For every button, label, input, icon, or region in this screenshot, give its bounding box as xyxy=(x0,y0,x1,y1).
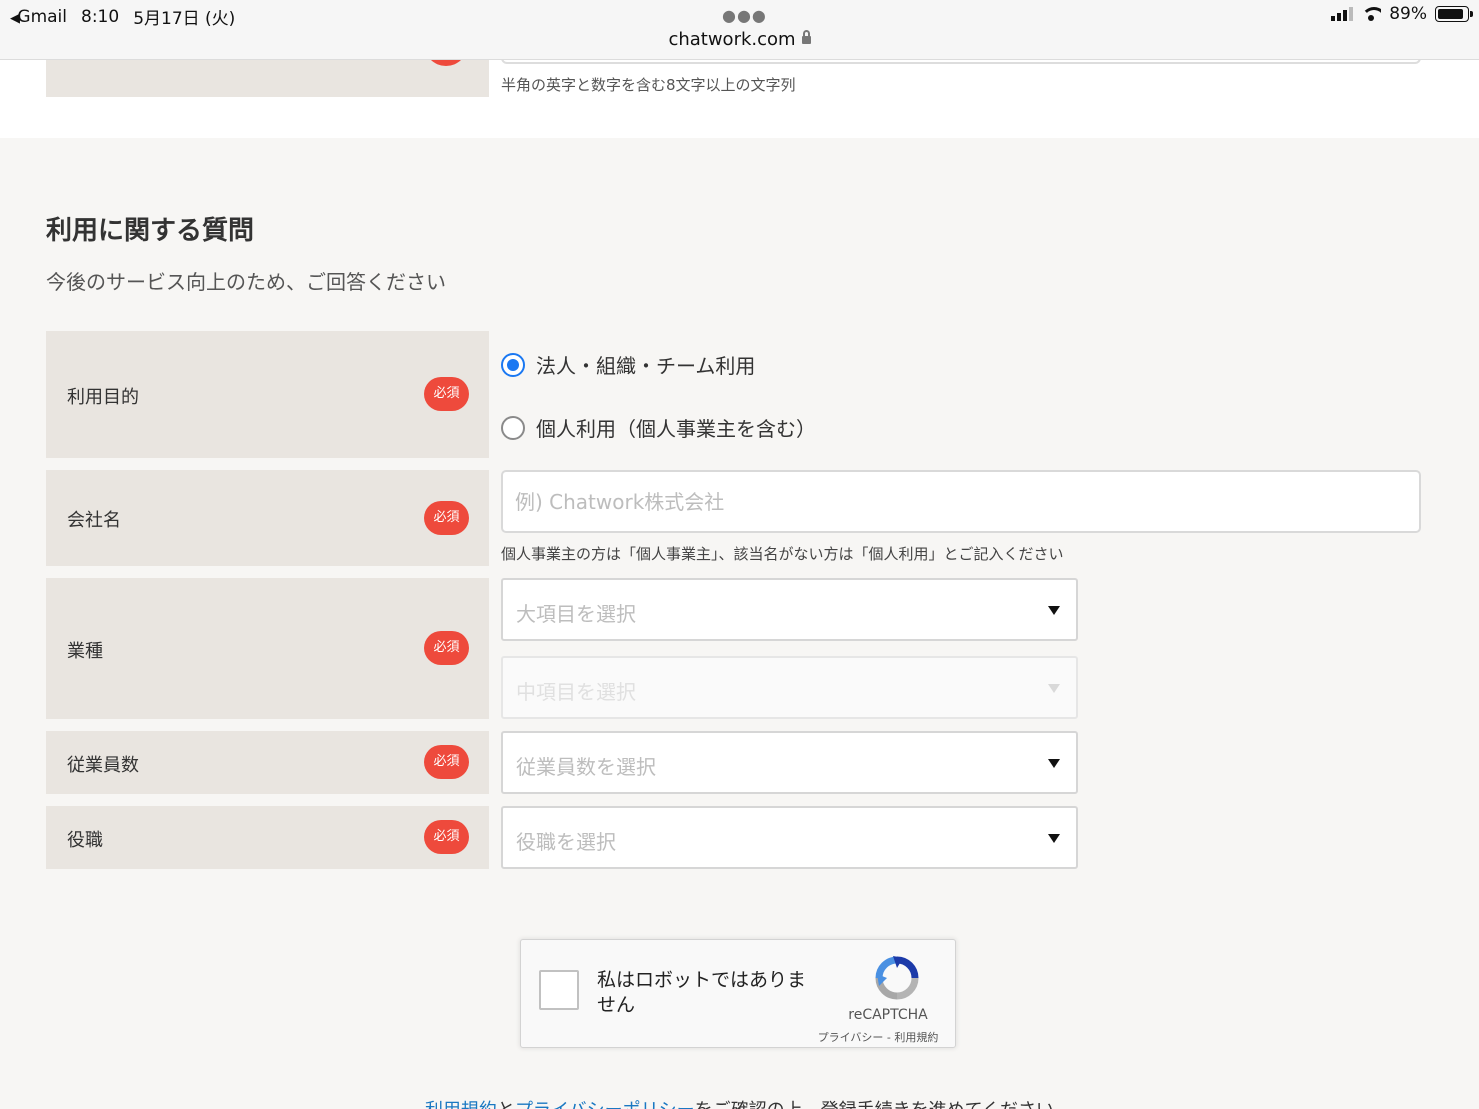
status-bar-left: ◀ Gmail 8:10 5月17日 (火) xyxy=(10,4,236,30)
recaptcha-terms-link[interactable]: 利用規約 xyxy=(894,1031,938,1044)
recaptcha-links: プライバシー - 利用規約 xyxy=(801,1029,955,1045)
lock-icon xyxy=(801,30,811,44)
terms-link[interactable]: 利用規約 xyxy=(425,1100,497,1109)
purpose-option-corporate[interactable]: 法人・組織・チーム利用 xyxy=(501,350,755,379)
purpose-label: 利用目的 xyxy=(67,387,139,408)
required-badge: 必須 xyxy=(424,745,469,779)
back-app-label: Gmail xyxy=(17,6,68,27)
purpose-label-cell: 利用目的 必須 xyxy=(46,331,489,458)
position-placeholder: 役職を選択 xyxy=(516,830,616,854)
section-subtitle: 今後のサービス向上のため、ご回答ください xyxy=(46,270,446,294)
radio-button[interactable] xyxy=(501,352,525,377)
status-bar: ◀ Gmail 8:10 5月17日 (火) ●●● chatwork.com … xyxy=(0,0,1479,60)
recaptcha-logo-icon xyxy=(875,956,919,1000)
company-name-hint: 個人事業主の方は「個人事業主」、該当名がない方は「個人利用」とご記入ください xyxy=(501,545,1064,563)
position-label-cell: 役職 必須 xyxy=(46,806,489,869)
caret-down-icon xyxy=(1048,684,1060,693)
recaptcha-privacy-link[interactable]: プライバシー xyxy=(818,1031,884,1044)
industry-minor-select: 中項目を選択 xyxy=(501,656,1078,719)
address-bar[interactable]: chatwork.com xyxy=(0,29,1479,50)
caret-down-icon xyxy=(1048,606,1060,615)
required-badge: 必須 xyxy=(424,820,469,854)
caret-down-icon xyxy=(1048,759,1060,768)
position-label: 役職 xyxy=(67,830,103,851)
section-title: 利用に関する質問 xyxy=(46,216,255,246)
required-badge: 必須 xyxy=(424,501,469,535)
recaptcha-widget: 私はロボットではありません reCAPTCHA プライバシー - 利用規約 xyxy=(520,939,956,1048)
industry-label-cell: 業種 必須 xyxy=(46,578,489,719)
employees-placeholder: 従業員数を選択 xyxy=(516,755,656,779)
recaptcha-link-separator: - xyxy=(883,1031,895,1044)
caret-down-icon xyxy=(1048,834,1060,843)
wifi-icon xyxy=(1361,7,1382,21)
recaptcha-brand: reCAPTCHA xyxy=(848,1007,928,1023)
recaptcha-label: 私はロボットではありません xyxy=(597,969,807,1016)
cellular-signal-icon xyxy=(1331,7,1354,21)
purpose-option-personal-label: 個人利用（個人事業主を含む） xyxy=(536,417,816,441)
position-select[interactable]: 役職を選択 xyxy=(501,806,1078,869)
back-to-app-link[interactable]: ◀ Gmail xyxy=(10,7,67,27)
battery-icon xyxy=(1435,6,1473,22)
industry-major-placeholder: 大項目を選択 xyxy=(516,602,636,626)
status-bar-right: 89% xyxy=(1331,4,1473,24)
url-text: chatwork.com xyxy=(668,29,796,50)
battery-percent: 89% xyxy=(1389,4,1427,24)
terms-notice-and: と xyxy=(497,1100,515,1109)
industry-label: 業種 xyxy=(67,641,103,662)
password-hint: 半角の英字と数字を含む8文字以上の文字列 xyxy=(501,76,796,94)
recaptcha-checkbox[interactable] xyxy=(539,970,579,1010)
company-label: 会社名 xyxy=(67,510,121,531)
purpose-option-corporate-label: 法人・組織・チーム利用 xyxy=(536,354,756,378)
employees-select[interactable]: 従業員数を選択 xyxy=(501,731,1078,794)
status-time: 8:10 xyxy=(81,6,120,27)
privacy-policy-link[interactable]: プライバシーポリシー xyxy=(515,1100,695,1109)
employees-label-cell: 従業員数 必須 xyxy=(46,731,489,794)
more-dots-icon[interactable]: ●●● xyxy=(722,6,767,25)
industry-major-select[interactable]: 大項目を選択 xyxy=(501,578,1078,641)
terms-notice: 利用規約とプライバシーポリシーをご確認の上、登録手続きを進めてください xyxy=(0,1096,1479,1109)
company-label-cell: 会社名 必須 xyxy=(46,470,489,566)
purpose-option-personal[interactable]: 個人利用（個人事業主を含む） xyxy=(501,413,816,442)
industry-minor-placeholder: 中項目を選択 xyxy=(516,680,636,704)
employees-label: 従業員数 xyxy=(67,755,139,776)
terms-notice-rest: をご確認の上、登録手続きを進めてください xyxy=(695,1100,1054,1109)
company-name-input[interactable] xyxy=(501,470,1421,533)
required-badge: 必須 xyxy=(424,377,469,411)
status-date: 5月17日 (火) xyxy=(133,9,236,29)
radio-button[interactable] xyxy=(501,415,525,440)
required-badge: 必須 xyxy=(424,631,469,665)
